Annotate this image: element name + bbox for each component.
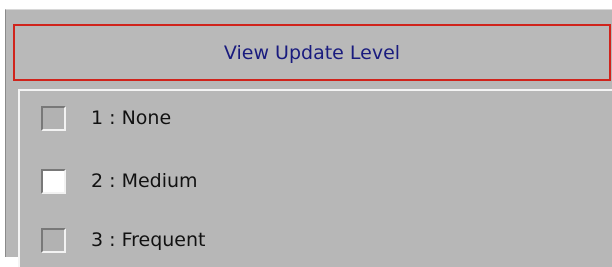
option-frequent-label: 3 : Frequent xyxy=(91,229,206,251)
option-frequent[interactable]: 3 : Frequent xyxy=(20,220,612,260)
option-frequent-checkbox[interactable] xyxy=(41,227,66,253)
option-medium-label: 2 : Medium xyxy=(91,170,198,192)
update-level-options: 1 : None 2 : Medium 3 : Frequent xyxy=(18,89,612,267)
option-none-checkbox[interactable] xyxy=(41,105,66,131)
option-medium[interactable]: 2 : Medium xyxy=(20,161,612,201)
view-update-level-button[interactable]: View Update Level xyxy=(13,24,611,81)
view-update-panel: View Update Level 1 : None 2 : Medium 3 … xyxy=(5,9,612,267)
option-medium-checkbox[interactable] xyxy=(41,168,66,194)
option-none-label: 1 : None xyxy=(91,107,172,129)
option-none[interactable]: 1 : None xyxy=(20,98,612,138)
